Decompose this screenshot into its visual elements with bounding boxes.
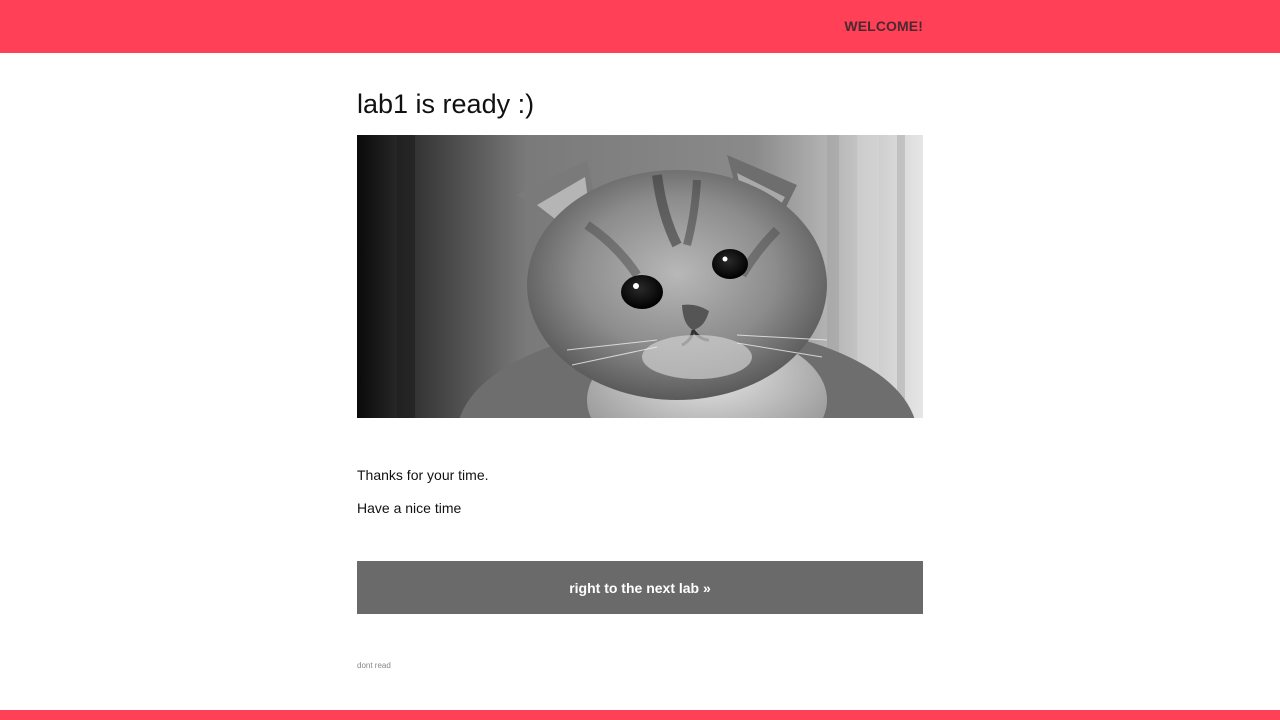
kitten-image bbox=[357, 135, 923, 418]
top-bar: WELCOME! bbox=[0, 0, 1280, 53]
dont-read-link[interactable]: dont read bbox=[357, 661, 391, 670]
bottom-bar bbox=[0, 710, 1280, 720]
main-content: lab1 is ready :) Thanks for your time. H… bbox=[357, 84, 923, 670]
nice-time-message: Have a nice time bbox=[357, 500, 462, 516]
page-title: lab1 is ready :) bbox=[357, 89, 535, 119]
welcome-label: WELCOME! bbox=[844, 18, 923, 34]
kitten-photo bbox=[357, 135, 923, 418]
next-lab-button[interactable]: right to the next lab » bbox=[357, 561, 923, 614]
thanks-message: Thanks for your time. bbox=[357, 467, 489, 483]
